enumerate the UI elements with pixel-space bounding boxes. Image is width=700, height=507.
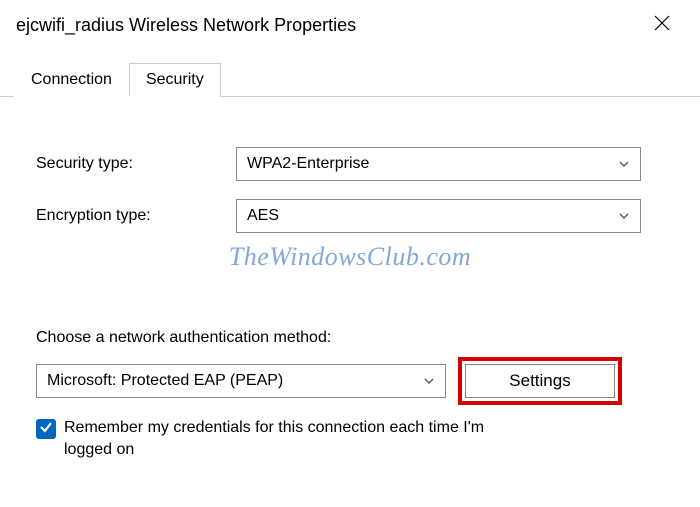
encryption-type-value: AES [247,207,279,225]
window-title: ejcwifi_radius Wireless Network Properti… [16,15,356,36]
check-icon [39,420,53,438]
encryption-type-label: Encryption type: [36,207,236,225]
tab-security[interactable]: Security [129,63,221,97]
settings-button[interactable]: Settings [465,364,615,398]
encryption-type-select[interactable]: AES [236,199,641,233]
settings-highlight: Settings [458,357,622,405]
close-button[interactable] [642,10,682,40]
tab-connection[interactable]: Connection [14,63,129,97]
security-type-select[interactable]: WPA2-Enterprise [236,147,641,181]
tab-bar: Connection Security [0,62,700,97]
chevron-down-icon [423,375,435,387]
security-type-value: WPA2-Enterprise [247,155,369,173]
chevron-down-icon [618,210,630,222]
auth-method-label: Choose a network authentication method: [36,329,664,347]
auth-method-value: Microsoft: Protected EAP (PEAP) [47,372,283,390]
auth-method-select[interactable]: Microsoft: Protected EAP (PEAP) [36,364,446,398]
remember-credentials-checkbox[interactable] [36,419,56,439]
remember-credentials-label: Remember my credentials for this connect… [64,417,504,460]
chevron-down-icon [618,158,630,170]
security-type-label: Security type: [36,155,236,173]
close-icon [654,15,670,35]
